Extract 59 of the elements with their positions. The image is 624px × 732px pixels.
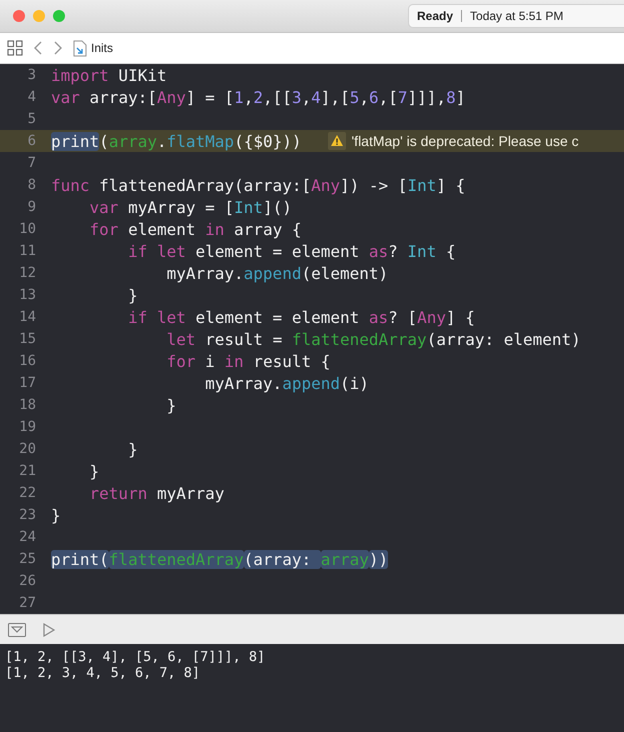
line-number: 17 <box>18 375 36 391</box>
line-number: 11 <box>18 243 36 259</box>
status-text: Ready <box>417 9 454 23</box>
file-name-link[interactable]: Inits <box>91 41 114 55</box>
warning-icon <box>328 132 346 150</box>
warning-text: 'flatMap' is deprecated: Please use c <box>352 133 579 149</box>
line-number: 3 <box>26 67 36 83</box>
line-number: 22 <box>18 485 36 501</box>
code-line: print(flattenedArray(array: array)) <box>51 550 388 568</box>
code-line: return myArray <box>88 484 224 502</box>
code-line: myArray.append(element) <box>166 264 388 282</box>
line-number: 23 <box>18 507 36 523</box>
zoom-button[interactable] <box>53 10 65 22</box>
code-line: myArray.append(i) <box>204 374 369 392</box>
code-line: var myArray = [Int]() <box>88 198 292 216</box>
line-number: 13 <box>18 287 36 303</box>
line-number: 21 <box>18 463 36 479</box>
code-line: } <box>127 286 138 304</box>
status-time: Today at 5:51 PM <box>470 9 564 23</box>
close-button[interactable] <box>13 10 25 22</box>
line-number: 5 <box>26 111 36 127</box>
code-line: } <box>166 396 176 414</box>
line-number: 26 <box>18 573 36 589</box>
line-number: 15 <box>18 331 36 347</box>
line-number: 20 <box>18 441 36 457</box>
code-line: func flattenedArray(array:[Any]) -> [Int] { <box>51 176 466 194</box>
code-line: var array:[Any] = [1,2,[[3,4],[5,6,[7]]],8] <box>51 88 466 106</box>
code-line: for i in result { <box>166 352 330 370</box>
code-line: import UIKit <box>51 66 167 84</box>
line-number: 16 <box>18 353 36 369</box>
console-line: [1, 2, 3, 4, 5, 6, 7, 8] <box>5 665 200 681</box>
line-number: 6 <box>26 133 36 149</box>
line-number: 27 <box>18 595 36 611</box>
file-icon <box>73 40 87 56</box>
hide-debug-area-icon[interactable] <box>8 622 26 636</box>
line-number: 12 <box>18 265 36 281</box>
code-line: for element in array { <box>88 220 302 238</box>
line-number: 10 <box>18 221 36 237</box>
code-line: } <box>127 440 138 458</box>
line-number: 19 <box>18 419 36 435</box>
code-line: if let element = element as? Int { <box>127 242 456 260</box>
line-number: 18 <box>18 397 36 413</box>
code-line: let result = flattenedArray(array: element) <box>166 330 581 348</box>
code-line: if let element = element as? [Any] { <box>127 308 475 326</box>
grid-icon[interactable] <box>7 40 23 56</box>
line-number: 4 <box>26 89 36 105</box>
line-number: 7 <box>26 155 36 171</box>
play-icon[interactable] <box>42 622 56 638</box>
code-line: } <box>88 462 100 480</box>
code-line: } <box>51 506 61 524</box>
line-number: 8 <box>26 177 36 193</box>
line-number: 14 <box>18 309 36 325</box>
code-line: print(array.flatMap({$0})) <box>51 132 302 150</box>
line-number: 24 <box>18 529 36 545</box>
line-number: 25 <box>18 551 36 567</box>
line-number: 9 <box>26 199 36 215</box>
back-icon[interactable] <box>33 41 43 55</box>
console-line: [1, 2, [[3, 4], [5, 6, [7]]], 8] <box>5 649 266 665</box>
forward-icon[interactable] <box>53 41 63 55</box>
